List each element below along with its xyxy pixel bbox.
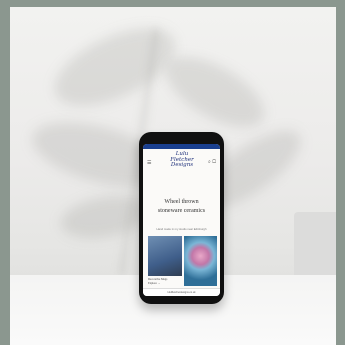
- header-icons: ⌕ ▢: [208, 159, 216, 165]
- url-bar[interactable]: luluflletcherdesigns.co.uk: [143, 288, 220, 296]
- headline-line: stoneware ceramics: [157, 208, 206, 214]
- background-block: [294, 212, 336, 282]
- site-logo[interactable]: Lulu Fletcher Designs: [167, 151, 197, 169]
- phone-screen: ☰ Lulu Fletcher Designs ⌕ ▢ Wheel thrown…: [143, 144, 220, 296]
- smartphone: ☰ Lulu Fletcher Designs ⌕ ▢ Wheel thrown…: [139, 132, 224, 304]
- product-card-image[interactable]: [184, 236, 217, 286]
- headline-line: Wheel thrown: [164, 199, 199, 205]
- card-caption[interactable]: Decorative Mugs Explore →: [148, 278, 182, 285]
- site-header: ☰ Lulu Fletcher Designs ⌕ ▢: [143, 149, 220, 177]
- hero-subtitle: Hand made in my studio near Edinburgh: [156, 227, 207, 231]
- logo-line: Designs: [170, 162, 194, 168]
- search-icon[interactable]: ⌕: [208, 159, 211, 165]
- product-card-image[interactable]: [148, 236, 182, 276]
- product-photo-scene: ☰ Lulu Fletcher Designs ⌕ ▢ Wheel thrown…: [10, 7, 336, 345]
- caption-line: Explore →: [148, 281, 161, 285]
- menu-icon[interactable]: ☰: [147, 160, 151, 166]
- cart-icon[interactable]: ▢: [212, 159, 216, 165]
- leaf-shadow: [154, 42, 276, 142]
- hero-headline: Wheel thrown stoneware ceramics: [149, 198, 214, 216]
